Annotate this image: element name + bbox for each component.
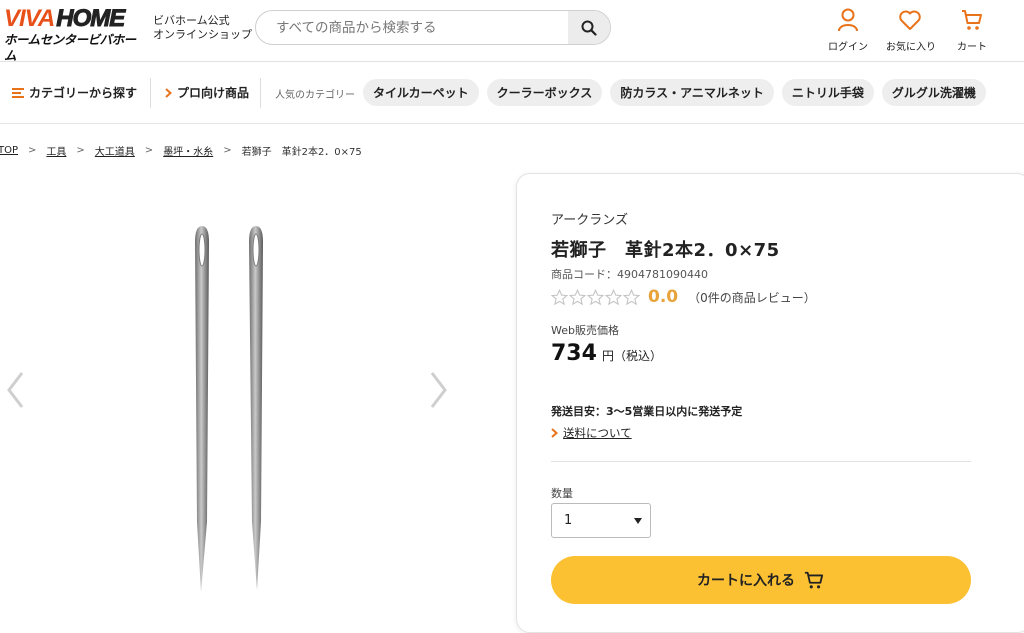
logo-subtext: ホームセンタービバホーム (4, 33, 136, 63)
logo-text-viva: VIVA (4, 5, 55, 32)
review-count-link[interactable]: （0件の商品レビュー） (688, 289, 816, 306)
star-outline-icon (551, 288, 568, 305)
popular-categories-label: 人気のカテゴリー (275, 90, 355, 101)
login-button[interactable]: ログイン (824, 8, 872, 54)
popular-category-chips: タイルカーペット クーラーボックス 防カラス・アニマルネット ニトリル手袋 グル… (363, 79, 986, 106)
product-code: 商品コード：4904781090440 (551, 268, 708, 281)
category-chip[interactable]: グルグル洗濯機 (881, 79, 986, 106)
divider (551, 461, 971, 462)
category-menu-button[interactable]: カテゴリーから探す (12, 84, 137, 101)
price-label: Web販売価格 (551, 324, 619, 337)
nav-divider (260, 78, 261, 108)
rating-stars (551, 288, 640, 306)
product-image (195, 226, 263, 592)
breadcrumb-current: 若獅子 革針2本2．0×75 (241, 147, 362, 158)
shipping-fee-link[interactable]: 送料について (551, 425, 632, 441)
price-unit: 円（税込） (601, 349, 662, 363)
breadcrumb-link[interactable]: 墨坪・水糸 (163, 143, 213, 158)
star-outline-icon (587, 288, 604, 305)
breadcrumb: TOP > 工具 > 大工道具 > 墨坪・水糸 > 若獅子 革針2本2．0×75 (0, 143, 362, 158)
add-to-cart-button[interactable]: カートに入れる (551, 556, 971, 604)
heart-icon (899, 10, 921, 30)
cart-icon (804, 571, 824, 589)
product-info-card: アークランズ 若獅子 革針2本2．0×75 商品コード：490478109044… (516, 173, 1024, 633)
star-outline-icon (569, 288, 586, 305)
quantity-value: 1 (564, 513, 573, 528)
search-button[interactable] (568, 11, 610, 44)
menu-icon (12, 87, 24, 98)
favorites-button[interactable]: お気に入り (886, 8, 936, 54)
product-gallery (0, 170, 470, 609)
nav-divider (150, 78, 151, 108)
quantity-select[interactable]: 1 (551, 503, 651, 538)
pro-products-link[interactable]: プロ向け商品 (165, 84, 249, 101)
rating-score: 0.0 (648, 287, 679, 307)
product-price: 734 円（税込） (551, 341, 662, 366)
site-logo[interactable]: VIVAHOME ホームセンタービバホーム (4, 5, 144, 63)
quantity-label: 数量 (551, 487, 573, 500)
search-input[interactable] (256, 11, 568, 44)
breadcrumb-link[interactable]: 大工道具 (95, 143, 135, 158)
caret-down-icon (634, 518, 642, 524)
price-value: 734 (551, 341, 597, 366)
star-outline-icon (623, 288, 640, 305)
search-bar (255, 10, 611, 45)
cart-icon (962, 10, 982, 30)
user-icon (838, 8, 858, 32)
gallery-prev-arrow-icon[interactable] (4, 370, 26, 410)
site-header: VIVAHOME ホームセンタービバホーム ビバホーム公式 オンラインショップ … (0, 0, 1024, 63)
product-rating: 0.0 （0件の商品レビュー） (551, 287, 816, 307)
product-title: 若獅子 革針2本2．0×75 (551, 240, 780, 261)
site-label: ビバホーム公式 オンラインショップ (153, 14, 252, 41)
search-icon (581, 20, 597, 36)
logo-text-home: HOME (56, 5, 126, 32)
shipping-estimate: 発送目安：3〜5営業日以内に発送予定 (551, 405, 743, 418)
category-chip[interactable]: タイルカーペット (363, 79, 479, 106)
product-maker: アークランズ (551, 213, 628, 228)
category-nav: カテゴリーから探す プロ向け商品 人気のカテゴリー タイルカーペット クーラーボ… (0, 62, 1024, 124)
breadcrumb-link[interactable]: TOP (0, 145, 18, 156)
category-chip[interactable]: 防カラス・アニマルネット (610, 79, 774, 106)
gallery-next-arrow-icon[interactable] (428, 370, 450, 410)
chevron-right-icon (165, 87, 172, 98)
cart-button[interactable]: カート (948, 8, 996, 54)
category-chip[interactable]: クーラーボックス (486, 79, 603, 106)
star-outline-icon (605, 288, 622, 305)
chevron-right-icon (551, 428, 558, 438)
category-chip[interactable]: ニトリル手袋 (781, 79, 874, 106)
breadcrumb-link[interactable]: 工具 (46, 143, 66, 158)
